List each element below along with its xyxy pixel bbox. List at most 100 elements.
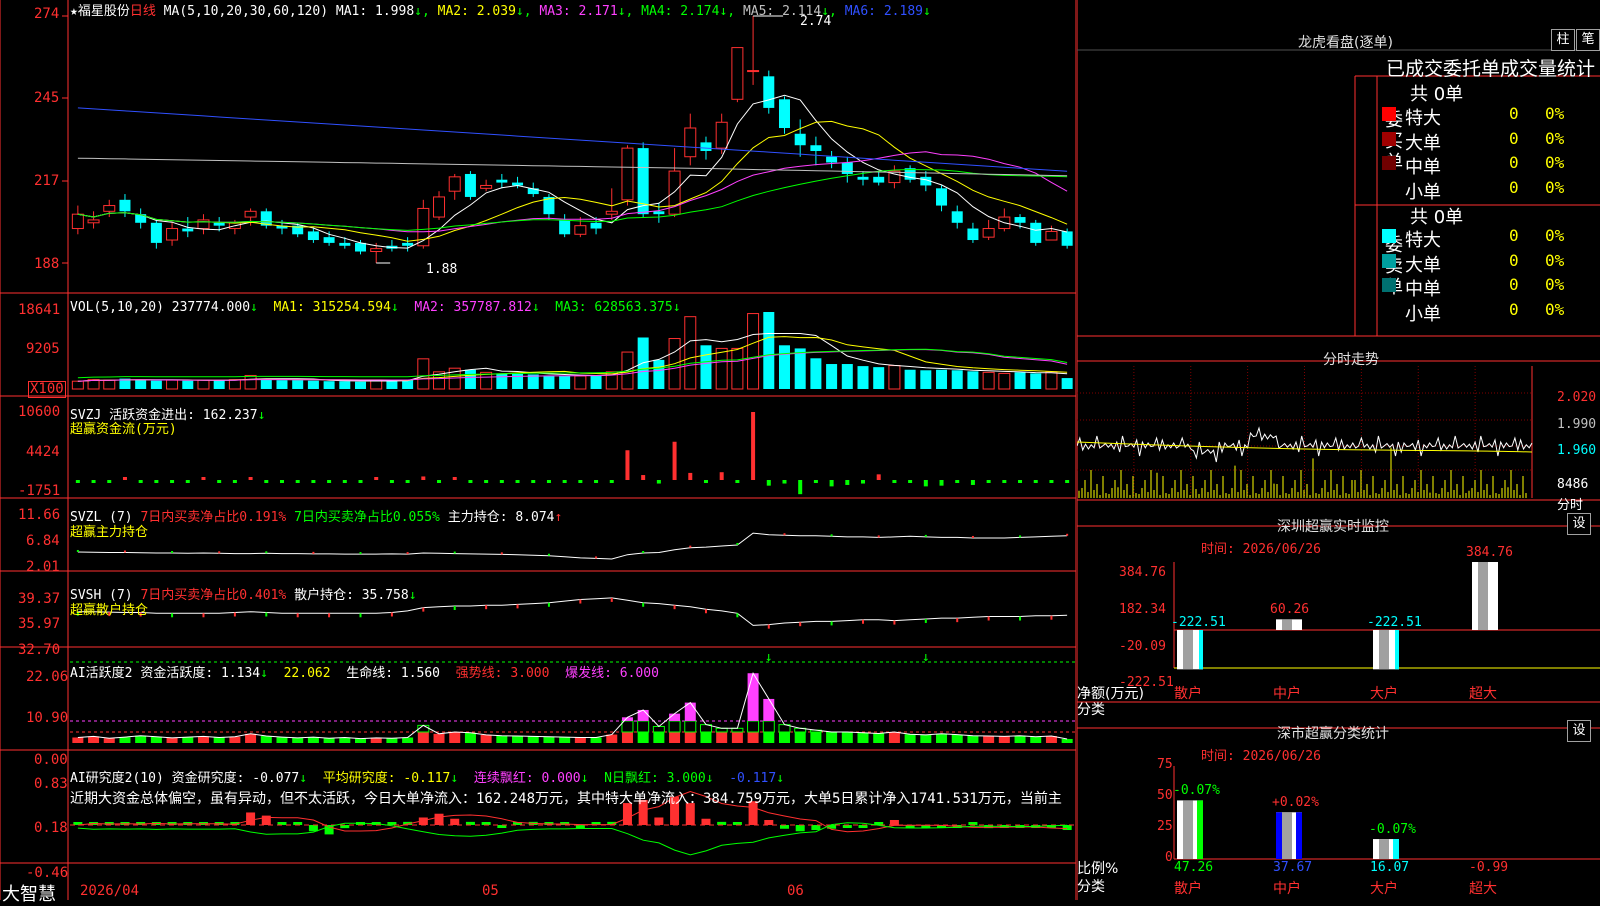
flow-bar (264, 480, 269, 483)
chart-area[interactable]: ↓ ↓ ★福星股份日线 MA(5,10,20,30,60,120) MA1: 1.… (0, 0, 1077, 905)
tick-view-button[interactable]: 笔 (1576, 29, 1600, 51)
flow-bar (170, 480, 175, 483)
activity-bar (857, 732, 869, 743)
candle-body (794, 133, 806, 146)
monitor-title: 深圳超赢实时监控 (1277, 519, 1389, 535)
activity-bar-upper (621, 720, 634, 733)
flow-bar (107, 480, 112, 483)
activity-bar (72, 737, 84, 743)
buy-total: 共 0单 (1410, 84, 1464, 105)
candle-body (370, 248, 383, 253)
chart-canvas: ↓ ↓ (0, 0, 1077, 900)
ai2-red: 连续飘红: 0.000 (473, 771, 581, 786)
classify-cat-3: 大户 (1370, 881, 1398, 897)
fenshi-tick-3: 1.960 (1557, 443, 1597, 458)
flow-bar (515, 480, 520, 483)
stock-name[interactable]: ★福星股份 (70, 4, 130, 19)
flow-bar (437, 480, 442, 483)
vol-bar (228, 379, 241, 390)
svzj-tick-3: -1751 (18, 483, 61, 499)
classify-bar-2 (1276, 812, 1302, 859)
flow-bar (154, 480, 159, 483)
fenshi-title: 分时走势 (1323, 352, 1379, 368)
buy-row-label-4: 小单 (1405, 181, 1441, 203)
vol-ma1-line (77, 333, 1068, 382)
sell-row-pct-1: 0% (1545, 226, 1565, 245)
vol-bar (998, 372, 1011, 390)
svzl-sublabel: 超赢主力持仓 (70, 525, 149, 540)
classify-ylabel: 比例% (1077, 861, 1119, 877)
classify-settings-button[interactable]: 设 (1567, 720, 1591, 742)
candle-body (590, 222, 602, 229)
vol-bar (967, 371, 979, 389)
vol-bar (543, 375, 555, 389)
buy-row-label-1: 特大 (1405, 108, 1441, 129)
svzj-sublabel: 超赢资金流(万元) (70, 422, 177, 437)
sell-row-pct-2: 0% (1545, 250, 1565, 270)
sell-swatch-1 (1382, 229, 1396, 243)
vol-bar (339, 381, 351, 389)
bar-shade (1183, 630, 1193, 670)
retail-dot (296, 613, 299, 618)
research-bar (246, 812, 256, 825)
arrow-icon: ↓ (390, 300, 399, 315)
monitor-settings-button[interactable]: 设 (1567, 513, 1591, 535)
kline-tick-274: 274 (34, 6, 60, 22)
activity-bar (543, 736, 555, 743)
buy-swatch-4 (1382, 180, 1396, 195)
flow-bar (798, 480, 803, 495)
bar-view-button[interactable]: 柱 (1551, 29, 1575, 51)
flow-bar (876, 474, 881, 480)
ai2-avg: 平均研究度: -0.117 (322, 771, 451, 786)
research-bar (308, 825, 318, 832)
monitor-tick-3: -20.09 (1119, 639, 1166, 654)
candle-body (496, 179, 508, 183)
lhb-header: 已成交委托单成交量统计 (1386, 58, 1596, 80)
ai2-comment: 近期大资金总体偏空，虽有异动，但不太活跃，今日大单净流入：162.248万元，其… (70, 791, 1062, 807)
activity-line (77, 671, 1068, 740)
activity-bar (135, 735, 147, 743)
flow-bar (751, 412, 756, 480)
vol-bar (276, 380, 288, 389)
candle-body (605, 210, 618, 215)
ai1-tick-2: 10.90 (26, 710, 69, 726)
svsh-sublabel: 超赢散户持仓 (70, 603, 149, 618)
retail-dot (422, 607, 425, 612)
vol-bar (904, 369, 916, 389)
flow-bar (1018, 480, 1023, 483)
vol-ma2: MA2: 357787.812 (414, 300, 532, 315)
retail-dot (390, 612, 393, 617)
vol-bar (763, 312, 775, 389)
arrow-icon: ↓ (260, 666, 268, 681)
flow-bar (594, 480, 599, 483)
vol-bar (574, 375, 587, 390)
svzl-tick-1: 11.66 (18, 507, 61, 523)
ma-label-6: MA6: 2.189 (844, 4, 923, 19)
flow-bar (75, 480, 80, 483)
classify-cat-2: 中户 (1273, 881, 1301, 897)
arrow-up-icon: ↑ (554, 510, 563, 525)
activity-bar (590, 737, 602, 743)
sell-row-label-2: 大单 (1405, 254, 1441, 276)
activity-bar (150, 736, 162, 743)
brand-logo[interactable]: 大智慧 (2, 880, 56, 906)
vol-bar (103, 379, 116, 390)
activity-bar (323, 738, 335, 743)
down-arrow-icon: ↓ (765, 650, 773, 665)
monitor-cat-3: 大户 (1370, 686, 1398, 702)
activity-bar (747, 731, 759, 743)
flow-bar (735, 480, 740, 483)
period-label[interactable]: 日线 (130, 4, 156, 19)
activity-bar (197, 736, 209, 743)
position-dot (218, 551, 221, 554)
vol-bar (747, 313, 760, 390)
sell-swatch-4 (1382, 302, 1396, 317)
activity-bar (386, 738, 398, 743)
activity-bar (888, 731, 900, 743)
activity-bar (700, 731, 712, 743)
arrow-icon: ↓ (531, 300, 540, 315)
candle-body (778, 99, 790, 129)
candle-body (873, 176, 885, 183)
vol-unit-button[interactable]: X100 (28, 381, 66, 398)
retail-dot (704, 609, 707, 614)
